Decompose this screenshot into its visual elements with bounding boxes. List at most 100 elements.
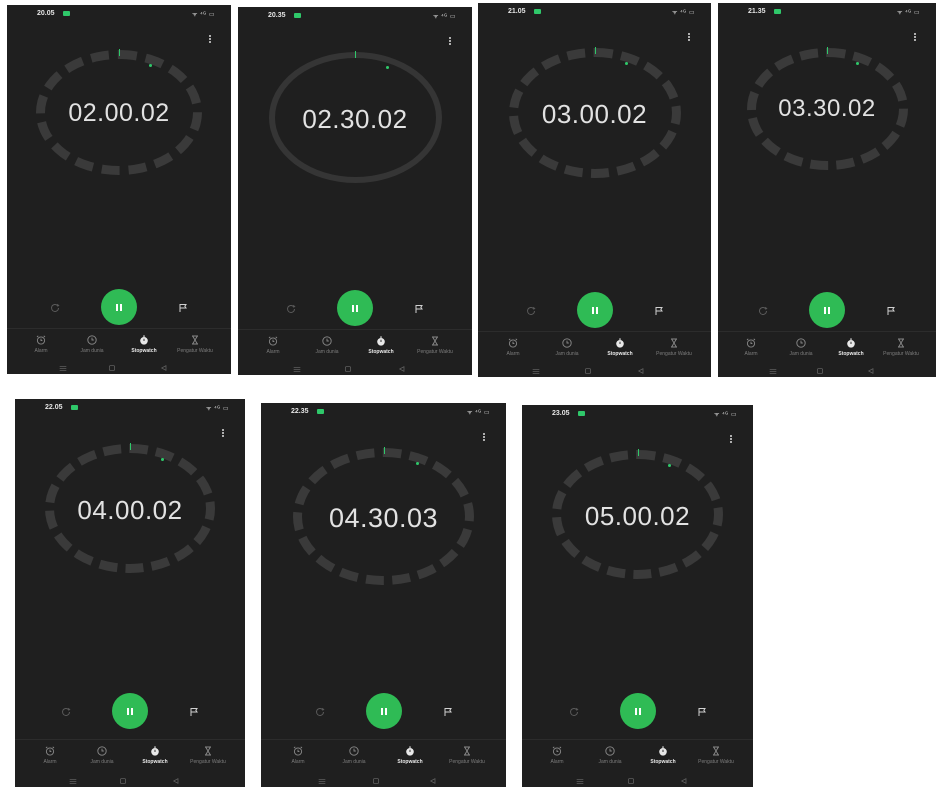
status-icons: ᯤ ⁴ᴳ ▭ [896, 10, 920, 16]
back-triangle-button[interactable] [171, 773, 181, 784]
tab-timer[interactable]: Pengatur Waktu [442, 745, 492, 765]
pause-button[interactable] [619, 693, 656, 729]
menu-lines-icon [69, 779, 77, 784]
stopwatch-time: 02.30.02 [302, 103, 408, 134]
back-triangle-button[interactable] [866, 363, 876, 374]
second-hand-dot [161, 458, 164, 461]
menu-lines-icon [576, 779, 584, 784]
tab-alarm[interactable]: Alarm [532, 745, 582, 765]
tab-stopwatch[interactable]: Stopwatch [385, 745, 435, 765]
menu-lines-button[interactable] [768, 363, 778, 374]
tab-alarm[interactable]: Alarm [273, 745, 323, 765]
more-vert-icon[interactable] [914, 33, 917, 43]
tab-world-clock[interactable]: Jam dunia [542, 337, 592, 357]
more-vert-icon[interactable] [222, 429, 225, 439]
hourglass-icon [713, 746, 719, 756]
pause-button[interactable] [112, 693, 148, 729]
pause-icon [337, 290, 373, 326]
tab-stopwatch[interactable]: Stopwatch [595, 337, 645, 357]
tab-stopwatch[interactable]: Stopwatch [356, 335, 406, 355]
tab-alarm[interactable]: Alarm [25, 745, 75, 765]
menu-lines-button[interactable] [531, 363, 541, 374]
pause-button[interactable] [101, 289, 137, 325]
reset-button[interactable] [60, 705, 72, 717]
alarm-clock-icon [746, 338, 756, 348]
tab-alarm[interactable]: Alarm [248, 335, 298, 355]
pause-button[interactable] [809, 292, 845, 328]
home-square-button[interactable] [815, 363, 825, 374]
reset-button[interactable] [757, 304, 769, 316]
tab-alarm[interactable]: Alarm [726, 337, 776, 357]
more-vert-icon[interactable] [449, 37, 452, 47]
tab-timer[interactable]: Pengatur Waktu [876, 337, 926, 357]
tab-label: Pengatur Waktu [449, 759, 485, 765]
status-bar: 22.05 ᯤ ⁴ᴳ ▭ [15, 399, 245, 415]
back-triangle-button[interactable] [159, 360, 169, 371]
pause-button[interactable] [365, 693, 402, 729]
status-bar: 20.35 ᯤ ⁴ᴳ ▭ [238, 7, 472, 23]
tab-world-clock[interactable]: Jam dunia [329, 745, 379, 765]
tab-label: Alarm [291, 759, 305, 765]
reset-button[interactable] [314, 705, 326, 717]
flag-icon [444, 708, 452, 716]
reset-button[interactable] [285, 302, 297, 314]
tab-label: Alarm [266, 349, 280, 355]
reset-button[interactable] [568, 705, 580, 717]
second-hand-dot [625, 62, 628, 65]
more-vert-icon[interactable] [688, 33, 691, 43]
tab-alarm[interactable]: Alarm [16, 334, 66, 354]
lap-button[interactable] [696, 705, 708, 717]
back-triangle-button[interactable] [397, 361, 407, 372]
menu-lines-button[interactable] [292, 361, 302, 372]
back-triangle-button[interactable] [428, 773, 438, 784]
tab-stopwatch[interactable]: Stopwatch [826, 337, 876, 357]
lap-button[interactable] [885, 304, 897, 316]
tab-world-clock[interactable]: Jam dunia [302, 335, 352, 355]
pause-button[interactable] [337, 290, 373, 326]
tab-stopwatch[interactable]: Stopwatch [119, 334, 169, 354]
tab-world-clock[interactable]: Jam dunia [67, 334, 117, 354]
tab-stopwatch[interactable]: Stopwatch [130, 745, 180, 765]
home-square-button[interactable] [626, 773, 636, 784]
lap-button[interactable] [653, 304, 665, 316]
pause-button[interactable] [576, 292, 613, 328]
home-square-button[interactable] [107, 360, 117, 371]
tab-stopwatch[interactable]: Stopwatch [638, 745, 688, 765]
reset-button[interactable] [49, 301, 61, 313]
tab-world-clock[interactable]: Jam dunia [776, 337, 826, 357]
lap-button[interactable] [413, 302, 425, 314]
home-square-button[interactable] [371, 773, 381, 784]
home-square-button[interactable] [343, 361, 353, 372]
home-square-button[interactable] [118, 773, 128, 784]
home-square-icon [628, 778, 634, 784]
tab-world-clock[interactable]: Jam dunia [585, 745, 635, 765]
tab-timer[interactable]: Pengatur Waktu [410, 335, 460, 355]
more-vert-icon[interactable] [483, 433, 486, 443]
status-time: 20.05 [37, 10, 55, 17]
tab-timer[interactable]: Pengatur Waktu [691, 745, 741, 765]
tab-timer[interactable]: Pengatur Waktu [170, 334, 220, 354]
reset-button[interactable] [525, 304, 537, 316]
alarm-clock-icon [293, 746, 303, 756]
menu-lines-button[interactable] [575, 773, 585, 784]
menu-lines-button[interactable] [317, 773, 327, 784]
clock-icon [562, 338, 572, 348]
phone-screen: 23.05 ᯤ ⁴ᴳ ▭ 05.00.02 Alarm Jam dunia Stopwat… [522, 405, 753, 787]
status-bar: 23.05 ᯤ ⁴ᴳ ▭ [522, 405, 753, 421]
home-square-button[interactable] [583, 363, 593, 374]
tab-timer[interactable]: Pengatur Waktu [649, 337, 699, 357]
menu-lines-button[interactable] [58, 360, 68, 371]
tab-timer[interactable]: Pengatur Waktu [183, 745, 233, 765]
refresh-icon [287, 304, 296, 313]
more-vert-icon[interactable] [730, 435, 733, 445]
more-vert-icon[interactable] [209, 35, 212, 45]
alarm-clock-icon [508, 338, 518, 348]
lap-button[interactable] [177, 301, 189, 313]
lap-button[interactable] [442, 705, 454, 717]
back-triangle-button[interactable] [636, 363, 646, 374]
back-triangle-button[interactable] [679, 773, 689, 784]
menu-lines-button[interactable] [68, 773, 78, 784]
tab-alarm[interactable]: Alarm [488, 337, 538, 357]
lap-button[interactable] [188, 705, 200, 717]
tab-world-clock[interactable]: Jam dunia [77, 745, 127, 765]
